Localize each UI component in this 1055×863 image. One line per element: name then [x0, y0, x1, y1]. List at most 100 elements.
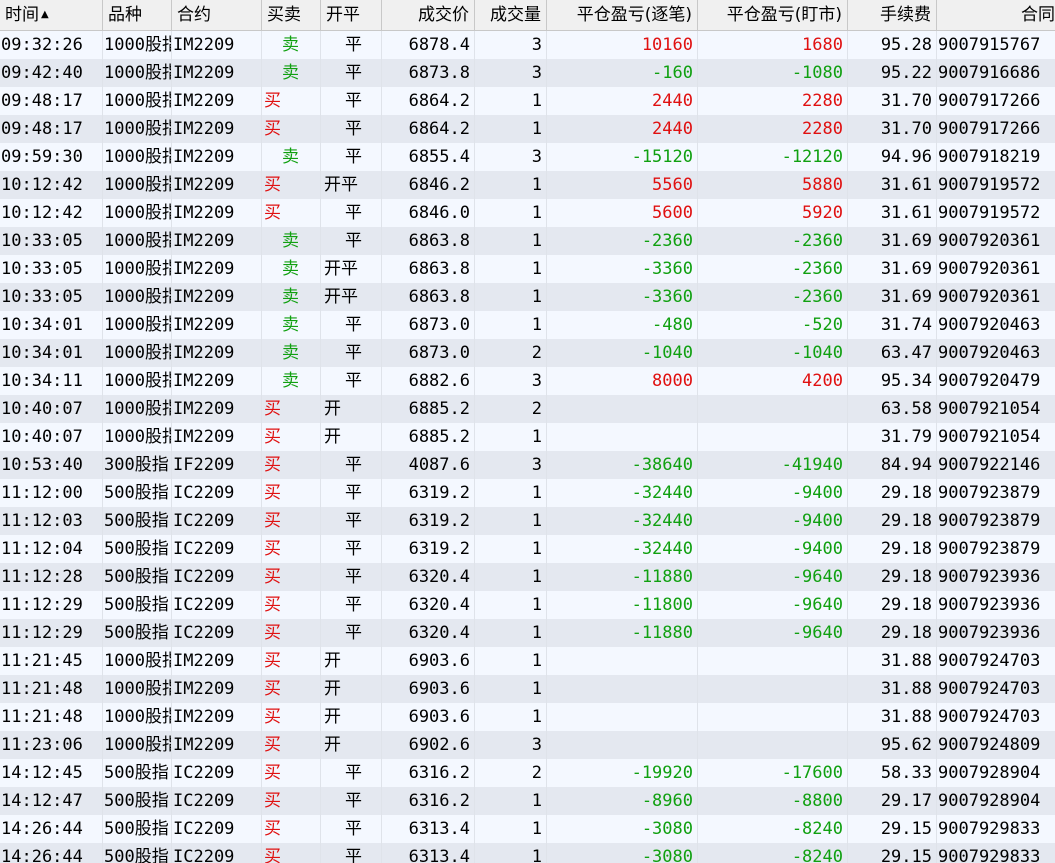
table-row[interactable]: 10:12:42 1000股指 IM2209 买开平 6846.2 1 5560 5880 31…: [0, 171, 1055, 199]
cell-side: 卖: [262, 143, 321, 171]
header-fee[interactable]: 手续费: [848, 0, 937, 30]
table-row[interactable]: 09:48:17 1000股指 IM2209 买平 6864.2 1 2440 2280 31.…: [0, 115, 1055, 143]
table-row[interactable]: 11:12:29 500股指 IC2209 买平 6320.4 1 -11880 -9640 2…: [0, 619, 1055, 647]
table-row[interactable]: 10:34:01 1000股指 IM2209 卖平 6873.0 1 -480 -520 31.…: [0, 311, 1055, 339]
cell-contract: IM2209: [172, 731, 262, 759]
table-row[interactable]: 09:42:40 1000股指 IM2209 卖平 6873.8 3 -160 -1080 95…: [0, 59, 1055, 87]
cell-order-id: 9007917266: [937, 115, 1055, 143]
cell-contract: IM2209: [172, 675, 262, 703]
cell-side: 买: [262, 535, 321, 563]
table-row[interactable]: 11:21:45 1000股指 IM2209 买开 6903.6 1 31.88 900792…: [0, 647, 1055, 675]
cell-time: 10:33:05: [0, 283, 103, 311]
table-row[interactable]: 11:21:48 1000股指 IM2209 买开 6903.6 1 31.88 900792…: [0, 703, 1055, 731]
cell-price: 6316.2: [382, 759, 475, 787]
cell-fee: 31.88: [848, 675, 937, 703]
cell-openclose: 开平: [321, 283, 382, 311]
cell-openclose: 平: [321, 367, 382, 395]
table-row[interactable]: 09:59:30 1000股指 IM2209 卖平 6855.4 3 -15120 -1212…: [0, 143, 1055, 171]
header-side[interactable]: 买卖: [262, 0, 321, 30]
cell-fee: 29.18: [848, 535, 937, 563]
cell-price: 6316.2: [382, 787, 475, 815]
table-row[interactable]: 11:12:03 500股指 IC2209 买平 6319.2 1 -32440 -9400 2…: [0, 507, 1055, 535]
cell-side: 卖: [262, 59, 321, 87]
header-order-id[interactable]: 合同号: [937, 0, 1055, 30]
cell-openclose: 平: [321, 815, 382, 843]
table-row[interactable]: 11:21:48 1000股指 IM2209 买开 6903.6 1 31.88 900792…: [0, 675, 1055, 703]
header-time[interactable]: 时间 ▲: [0, 0, 103, 30]
header-contract[interactable]: 合约: [172, 0, 262, 30]
table-row[interactable]: 10:34:01 1000股指 IM2209 卖平 6873.0 2 -1040 -1040 6…: [0, 339, 1055, 367]
table-row[interactable]: 11:12:04 500股指 IC2209 买平 6319.2 1 -32440 -9400 2…: [0, 535, 1055, 563]
cell-qty: 1: [475, 591, 547, 619]
table-row[interactable]: 10:33:05 1000股指 IM2209 卖平 6863.8 1 -2360 -2360 3…: [0, 227, 1055, 255]
cell-pnl-mark: -1040: [698, 339, 848, 367]
cell-qty: 2: [475, 395, 547, 423]
table-row[interactable]: 09:48:17 1000股指 IM2209 买平 6864.2 1 2440 2280 31.…: [0, 87, 1055, 115]
cell-product: 1000股指: [103, 227, 172, 255]
cell-time: 10:40:07: [0, 395, 103, 423]
cell-pnl-mark: -520: [698, 311, 848, 339]
cell-time: 14:26:44: [0, 815, 103, 843]
header-pnl-trade[interactable]: 平仓盈亏(逐笔): [547, 0, 698, 30]
cell-openclose: 平: [321, 339, 382, 367]
table-row[interactable]: 10:40:07 1000股指 IM2209 买开 6885.2 1 31.79 900792…: [0, 423, 1055, 451]
cell-product: 500股指: [103, 759, 172, 787]
cell-openclose: 开: [321, 703, 382, 731]
cell-pnl-mark: -2360: [698, 227, 848, 255]
cell-side: 买: [262, 647, 321, 675]
cell-order-id: 9007916686: [937, 59, 1055, 87]
cell-time: 09:42:40: [0, 59, 103, 87]
cell-pnl-mark: [698, 395, 848, 423]
cell-time: 11:12:03: [0, 507, 103, 535]
table-row[interactable]: 11:12:28 500股指 IC2209 买平 6320.4 1 -11880 -9640 2…: [0, 563, 1055, 591]
cell-fee: 31.61: [848, 171, 937, 199]
table-row[interactable]: 10:34:11 1000股指 IM2209 卖平 6882.6 3 8000 4200 95.…: [0, 367, 1055, 395]
header-product[interactable]: 品种: [103, 0, 172, 30]
table-row[interactable]: 11:12:29 500股指 IC2209 买平 6320.4 1 -11800 -9640 2…: [0, 591, 1055, 619]
cell-pnl-trade: -1040: [547, 339, 698, 367]
cell-fee: 31.61: [848, 199, 937, 227]
cell-time: 11:12:29: [0, 591, 103, 619]
table-row[interactable]: 09:32:26 1000股指 IM2209 卖平 6878.4 3 10160 1680 95…: [0, 31, 1055, 59]
cell-pnl-mark: [698, 703, 848, 731]
table-row[interactable]: 11:23:06 1000股指 IM2209 买开 6902.6 3 95.62 900792…: [0, 731, 1055, 759]
cell-product: 1000股指: [103, 367, 172, 395]
cell-side: 买: [262, 171, 321, 199]
table-row[interactable]: 10:33:05 1000股指 IM2209 卖开平 6863.8 1 -3360 -2360…: [0, 255, 1055, 283]
cell-product: 1000股指: [103, 283, 172, 311]
table-row[interactable]: 10:33:05 1000股指 IM2209 卖开平 6863.8 1 -3360 -2360…: [0, 283, 1055, 311]
cell-time: 10:33:05: [0, 255, 103, 283]
header-price[interactable]: 成交价: [382, 0, 475, 30]
table-row[interactable]: 14:12:45 500股指 IC2209 买平 6316.2 2 -19920 -17600…: [0, 759, 1055, 787]
cell-openclose: 平: [321, 843, 382, 863]
table-row[interactable]: 11:12:00 500股指 IC2209 买平 6319.2 1 -32440 -9400 2…: [0, 479, 1055, 507]
cell-price: 6873.0: [382, 311, 475, 339]
cell-price: 6319.2: [382, 535, 475, 563]
table-row[interactable]: 14:12:47 500股指 IC2209 买平 6316.2 1 -8960 -8800 29…: [0, 787, 1055, 815]
table-row[interactable]: 10:53:40 300股指 IF2209 买平 4087.6 3 -38640 -41940…: [0, 451, 1055, 479]
cell-fee: 29.18: [848, 479, 937, 507]
cell-openclose: 平: [321, 479, 382, 507]
cell-order-id: 9007920361: [937, 227, 1055, 255]
cell-pnl-mark: [698, 647, 848, 675]
cell-openclose: 平: [321, 507, 382, 535]
header-qty[interactable]: 成交量: [475, 0, 547, 30]
table-row[interactable]: 10:12:42 1000股指 IM2209 买平 6846.0 1 5600 5920 31.…: [0, 199, 1055, 227]
table-row[interactable]: 14:26:44 500股指 IC2209 买平 6313.4 1 -3080 -8240 29…: [0, 815, 1055, 843]
cell-side: 买: [262, 675, 321, 703]
cell-contract: IC2209: [172, 787, 262, 815]
cell-contract: IM2209: [172, 367, 262, 395]
cell-qty: 1: [475, 787, 547, 815]
header-pnl-mark[interactable]: 平仓盈亏(盯市): [698, 0, 848, 30]
cell-product: 1000股指: [103, 115, 172, 143]
cell-openclose: 平: [321, 535, 382, 563]
cell-price: 6903.6: [382, 675, 475, 703]
cell-product: 1000股指: [103, 31, 172, 59]
cell-time: 09:48:17: [0, 87, 103, 115]
header-openclose[interactable]: 开平: [321, 0, 382, 30]
cell-pnl-mark: -8800: [698, 787, 848, 815]
cell-order-id: 9007922146: [937, 451, 1055, 479]
table-row[interactable]: 14:26:44 500股指 IC2209 买平 6313.4 1 -3080 -8240 29…: [0, 843, 1055, 863]
table-row[interactable]: 10:40:07 1000股指 IM2209 买开 6885.2 2 63.58 900792…: [0, 395, 1055, 423]
cell-qty: 1: [475, 843, 547, 863]
